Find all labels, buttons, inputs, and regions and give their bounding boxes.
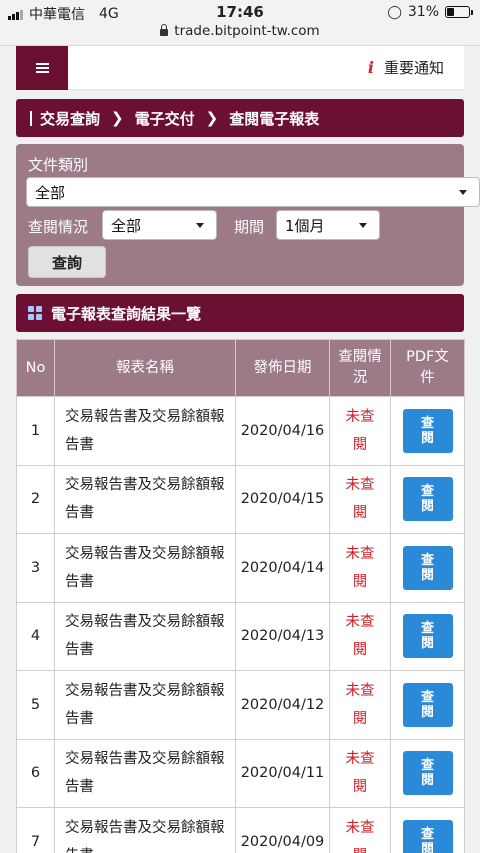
cell-status: 未查閱: [329, 464, 391, 534]
menu-button[interactable]: [16, 46, 68, 90]
cell-date: 2020/04/16: [235, 396, 330, 466]
cell-status: 未查閱: [329, 670, 391, 740]
view-pdf-button[interactable]: 查閱: [402, 545, 453, 590]
view-pdf-button[interactable]: 查閱: [402, 751, 453, 796]
table-row: 4 交易報告書及交易餘額報告書 2020/04/13 未查閱 查閱: [16, 601, 465, 671]
view-status-label: 查閱情況: [28, 218, 89, 236]
results-table: No 報表名稱 發佈日期 查閱情況 PDF文件 1 交易報告書及交易餘額報告書 20…: [16, 339, 465, 853]
col-header-date: 發佈日期: [235, 339, 330, 397]
breadcrumb: 交易查詢 ❯ 電子交付 ❯ 查閱電子報表: [16, 99, 464, 137]
battery-icon: [445, 6, 473, 18]
view-status-value: 全部: [111, 216, 142, 235]
cell-date: 2020/04/13: [235, 601, 330, 671]
results-title: 電子報表查詢結果一覽: [51, 304, 202, 323]
doc-type-label: 文件類別: [28, 156, 89, 174]
cell-no: 2: [16, 464, 55, 534]
cell-pdf: 查閱: [390, 601, 465, 671]
view-status-select[interactable]: 全部: [102, 210, 217, 240]
cell-report-name: 交易報告書及交易餘額報告書: [54, 738, 236, 808]
cell-date: 2020/04/11: [235, 738, 330, 808]
doc-type-select[interactable]: 全部: [26, 177, 480, 207]
cell-report-name: 交易報告書及交易餘額報告書: [54, 396, 236, 466]
battery-percent: 31%: [407, 4, 439, 20]
rotation-lock-icon: ◯: [387, 4, 402, 20]
results-header: 電子報表查詢結果一覽: [16, 294, 464, 332]
grid-icon: [28, 306, 42, 320]
cell-pdf: 查閱: [390, 738, 465, 808]
cell-status: 未查閱: [329, 396, 391, 466]
col-header-status: 查閱情況: [329, 339, 391, 397]
table-row: 7交易報告書及交易餘額報告書2020/04/09未查閱查閱: [16, 807, 465, 853]
breadcrumb-item-current: 查閱電子報表: [229, 109, 320, 128]
view-pdf-button[interactable]: 查閱: [402, 408, 453, 453]
doc-type-value: 全部: [35, 183, 66, 202]
cell-date: 2020/04/15: [235, 464, 330, 534]
view-pdf-button[interactable]: 查閱: [402, 477, 453, 522]
table-header-row: No 報表名稱 發佈日期 查閱情況 PDF文件: [16, 339, 465, 397]
breadcrumb-item-e-delivery[interactable]: 電子交付: [135, 108, 195, 129]
table-row: 5 交易報告書及交易餘額報告書 2020/04/12 未查閱 查閱: [16, 670, 465, 740]
cell-status: 未查閱: [329, 807, 391, 853]
period-value: 1個月: [285, 216, 325, 235]
notice-label: 重要通知: [383, 59, 444, 77]
cell-report-name: 交易報告書及交易餘額報告書: [54, 670, 236, 740]
cell-status: 未查閱: [329, 601, 391, 671]
cell-no: 5: [16, 670, 55, 740]
cell-date: 2020/04/14: [235, 533, 330, 603]
cell-status: 未查閱: [329, 533, 391, 603]
search-panel: 文件類別 全部 查閱情況 全部 期間 1個月 查詢: [16, 144, 480, 286]
breadcrumb-bar-icon: [30, 110, 32, 126]
cell-no: 7: [16, 807, 55, 853]
cell-status: 未查閱: [329, 738, 391, 808]
col-header-name: 報表名稱: [54, 339, 236, 397]
col-header-pdf: PDF文件: [390, 339, 465, 397]
status-right: ◯ 31%: [387, 4, 473, 20]
cell-no: 6: [16, 738, 55, 808]
info-icon: i: [367, 58, 374, 77]
period-label: 期間: [234, 218, 265, 236]
cell-pdf: 查閱: [390, 464, 465, 534]
view-pdf-button[interactable]: 查閱: [402, 614, 453, 659]
url-bar[interactable]: trade.bitpoint-tw.com: [0, 23, 480, 39]
caret-down-icon: [359, 223, 367, 228]
cell-date: 2020/04/12: [235, 670, 330, 740]
table-row: 3 交易報告書及交易餘額報告書 2020/04/14 未查閱 查閱: [16, 533, 465, 603]
caret-down-icon: [459, 190, 467, 195]
url-text: trade.bitpoint-tw.com: [174, 23, 320, 39]
cell-report-name: 交易報告書及交易餘額報告書: [54, 464, 236, 534]
cell-no: 3: [16, 533, 55, 603]
table-row: 6 交易報告書及交易餘額報告書 2020/04/11 未查閱 查閱: [16, 738, 465, 808]
table-row: 1 交易報告書及交易餘額報告書 2020/04/16 未查閱 查閱: [16, 396, 465, 466]
notice-link[interactable]: i 重要通知: [368, 57, 444, 78]
cell-no: 1: [16, 396, 55, 466]
cell-pdf: 查閱: [390, 670, 465, 740]
cell-report-name: 交易報告書及交易餘額報告書: [54, 807, 236, 853]
cell-report-name: 交易報告書及交易餘額報告書: [54, 533, 236, 603]
chevron-right-icon: ❯: [111, 109, 124, 127]
caret-down-icon: [196, 223, 204, 228]
lock-icon: [160, 24, 169, 36]
table-row: 2 交易報告書及交易餘額報告書 2020/04/15 未查閱 查閱: [16, 464, 465, 534]
chevron-right-icon: ❯: [205, 109, 219, 127]
cell-pdf: 查閱: [390, 807, 465, 853]
results-table-wrap: No 報表名稱 發佈日期 查閱情況 PDF文件 1 交易報告書及交易餘額報告書 20…: [16, 339, 465, 853]
cell-report-name: 交易報告書及交易餘額報告書: [54, 601, 236, 671]
cell-no: 4: [16, 601, 55, 671]
period-select[interactable]: 1個月: [276, 210, 380, 240]
cell-pdf: 查閱: [390, 533, 465, 603]
view-pdf-button[interactable]: 查閱: [402, 819, 453, 853]
col-header-no: No: [16, 339, 55, 397]
top-header: i 重要通知: [16, 46, 464, 90]
cell-pdf: 查閱: [390, 396, 465, 466]
breadcrumb-item-trade-query[interactable]: 交易查詢: [40, 108, 100, 129]
cell-date: 2020/04/09: [235, 807, 330, 853]
status-bar: 中華電信 4G 17:46 ◯ 31% trade.bitpoint-tw.co…: [0, 0, 480, 46]
hamburger-icon: [35, 63, 49, 73]
search-button[interactable]: 查詢: [28, 246, 106, 278]
view-pdf-button[interactable]: 查閱: [402, 682, 453, 727]
